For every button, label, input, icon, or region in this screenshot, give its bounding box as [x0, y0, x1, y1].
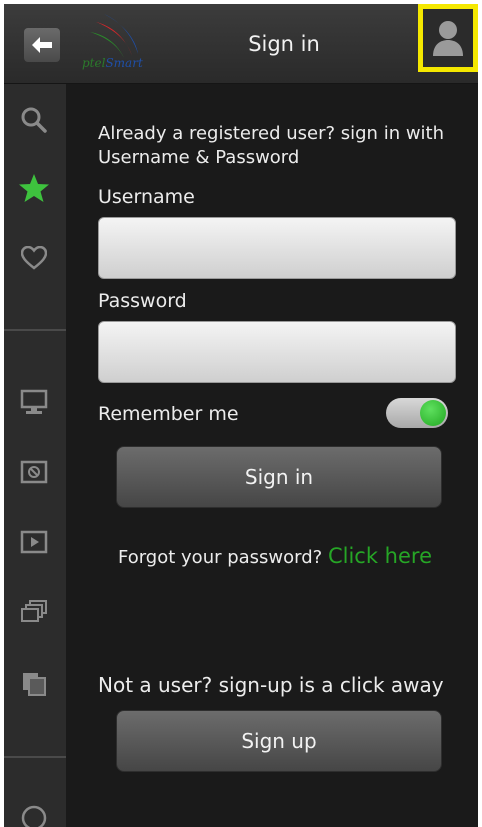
signup-button[interactable]: Sign up: [116, 710, 442, 772]
logo-swoosh-icon: [90, 14, 138, 58]
monitor-icon: [20, 389, 48, 414]
remember-me-toggle[interactable]: [386, 398, 448, 428]
forgot-password-row: Forgot your password? Click here: [118, 544, 432, 568]
password-label: Password: [98, 290, 187, 312]
toggle-knob: [420, 400, 446, 426]
sidebar-item-video[interactable]: [18, 526, 50, 558]
logo-text-part1: ptel: [82, 56, 106, 70]
page-title: Sign in: [248, 32, 320, 56]
user-button[interactable]: [418, 4, 478, 72]
sidebar-item-liked[interactable]: [18, 242, 50, 274]
intro-text: Already a registered user? sign in with …: [98, 123, 445, 168]
app-frame: ptelSmart Sign in Already a registered u…: [4, 4, 478, 827]
signup-note: Not a user? sign-up is a click away: [98, 673, 444, 697]
sidebar: [4, 84, 66, 827]
sidebar-item-library[interactable]: [18, 668, 50, 700]
circle-icon: [21, 805, 47, 827]
stack-icon: [21, 600, 47, 622]
username-label: Username: [98, 186, 195, 208]
copy-icon: [23, 673, 46, 696]
sidebar-item-search[interactable]: [18, 104, 50, 136]
signin-button[interactable]: Sign in: [116, 446, 442, 508]
click-here-link[interactable]: Click here: [328, 544, 432, 568]
remember-me-label: Remember me: [98, 403, 239, 425]
sidebar-item-more[interactable]: [18, 802, 50, 827]
back-arrow-icon: [32, 37, 52, 53]
password-input[interactable]: [98, 321, 456, 383]
play-icon: [20, 530, 48, 554]
sidebar-item-recordings[interactable]: [18, 456, 50, 488]
sidebar-item-favorites[interactable]: [18, 172, 50, 204]
sidebar-divider-bottom: [4, 756, 66, 758]
sidebar-divider: [4, 329, 66, 331]
search-icon: [21, 107, 47, 133]
recorder-icon: [20, 460, 48, 484]
heart-icon: [21, 246, 47, 270]
username-input[interactable]: [98, 217, 456, 279]
sidebar-item-tv[interactable]: [18, 386, 50, 418]
logo-text: ptelSmart: [82, 56, 143, 70]
back-button[interactable]: [24, 28, 60, 62]
sidebar-item-collections[interactable]: [18, 596, 50, 628]
signin-panel: Already a registered user? sign in with …: [66, 84, 478, 827]
top-bar: ptelSmart Sign in: [4, 4, 478, 84]
forgot-password-text: Forgot your password?: [118, 547, 323, 568]
star-icon: [19, 174, 49, 202]
user-icon: [433, 21, 463, 56]
logo-text-part2: Smart: [105, 56, 143, 70]
